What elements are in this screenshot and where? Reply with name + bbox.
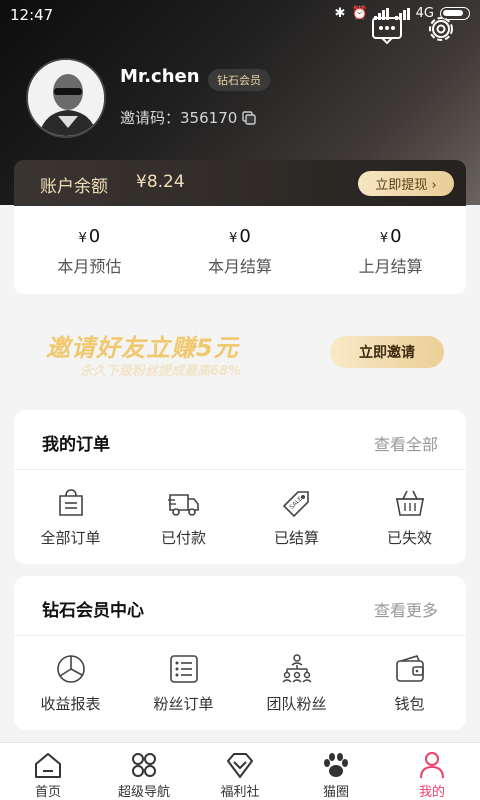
item-label: 钱包 (394, 695, 425, 713)
item-label: 已付款 (160, 529, 206, 547)
item-label: 粉丝订单 (153, 695, 214, 713)
item-label: 全部订单 (40, 529, 101, 547)
tab-label: 猫圈 (322, 785, 349, 800)
wallet-icon (395, 655, 424, 682)
bottom-tab-bar: 首页 超级导航 福利社 猫圈 我的 (0, 742, 480, 800)
member-badge: 钻石会员 (208, 69, 270, 91)
pie-chart-icon (56, 655, 85, 683)
order-paid[interactable]: 已付款 (127, 470, 240, 564)
invite-code-value: 356170 (180, 108, 238, 127)
status-bar: 12:47 ✱ ⏰ 4G (0, 0, 480, 30)
withdraw-button[interactable]: 立即提现 › (358, 171, 454, 196)
bag-icon (58, 489, 83, 516)
stat-label: 本月预估 (57, 257, 122, 276)
card-header: 我的订单 查看全部 (14, 410, 466, 470)
my-orders-card: 我的订单 查看全部 全部订单 已付款 SALE 已结算 已失效 (14, 410, 466, 564)
tab-mine[interactable]: 我的 (384, 743, 480, 800)
grid-icon (132, 753, 156, 777)
stat-value: 0 (88, 226, 101, 247)
tab-super-nav[interactable]: 超级导航 (96, 743, 192, 800)
invite-code-label: 邀请码： (120, 109, 181, 127)
user-icon (420, 752, 444, 779)
vip-wallet[interactable]: 钱包 (353, 636, 466, 730)
stat-value: 0 (390, 226, 402, 247)
vip-fan-orders[interactable]: 粉丝订单 (127, 636, 240, 730)
vip-center-card: 钻石会员中心 查看更多 收益报表 粉丝订单 团队粉丝 钱包 (14, 576, 466, 730)
home-icon (35, 753, 61, 778)
card-title: 钻石会员中心 (42, 601, 144, 621)
vip-team-fans[interactable]: 团队粉丝 (240, 636, 353, 730)
item-label: 已结算 (273, 529, 319, 547)
item-label: 已失效 (386, 529, 432, 547)
stat-currency: ¥ (78, 231, 87, 246)
banner-title: 邀请好友立赚5元 (46, 334, 239, 362)
tab-label: 超级导航 (117, 785, 170, 800)
stat-currency: ¥ (379, 231, 389, 246)
stat-settled-this-month[interactable]: ¥0 本月结算 (165, 206, 316, 294)
message-icon[interactable] (370, 12, 404, 46)
bluetooth-icon: ✱ (334, 6, 346, 21)
view-more-link[interactable]: 查看更多 (374, 597, 438, 621)
view-all-link[interactable]: 查看全部 (374, 431, 438, 455)
invite-code-row: 邀请码： 356170 (120, 107, 257, 128)
avatar[interactable] (26, 58, 106, 138)
card-title: 我的订单 (42, 435, 110, 455)
tab-label: 首页 (34, 785, 61, 800)
vip-earnings-report[interactable]: 收益报表 (14, 636, 127, 730)
item-label: 团队粉丝 (266, 695, 327, 713)
stat-settled-last-month[interactable]: ¥0 上月结算 (315, 206, 466, 294)
tag-icon: SALE (282, 491, 309, 518)
tab-label: 我的 (418, 785, 445, 800)
balance-value: ¥8.24 (136, 172, 185, 192)
account-balance-bar: 账户余额 ¥8.24 立即提现 › (14, 160, 466, 206)
earnings-stats: ¥0 本月预估 ¥0 本月结算 ¥0 上月结算 (14, 206, 466, 294)
status-time: 12:47 (10, 6, 54, 24)
alarm-icon: ⏰ (351, 6, 368, 21)
tab-cat-circle[interactable]: 猫圈 (288, 743, 384, 800)
card-header: 钻石会员中心 查看更多 (14, 576, 466, 636)
invite-now-button[interactable]: 立即邀请 (330, 336, 444, 368)
team-icon (281, 654, 312, 683)
list-icon (169, 655, 198, 683)
order-settled[interactable]: SALE 已结算 (240, 470, 353, 564)
tab-welfare[interactable]: 福利社 (192, 743, 288, 800)
basket-icon (395, 490, 424, 516)
truck-icon (167, 494, 199, 516)
balance-label: 账户余额 (40, 177, 108, 197)
banner-subtitle: 永久下级粉丝提成最高68% (80, 364, 242, 379)
stat-value: 0 (239, 226, 251, 247)
tab-home[interactable]: 首页 (0, 743, 96, 800)
item-label: 收益报表 (40, 695, 101, 713)
order-all[interactable]: 全部订单 (14, 470, 127, 564)
order-invalid[interactable]: 已失效 (353, 470, 466, 564)
settings-gear-icon[interactable] (424, 12, 458, 46)
invite-friends-banner[interactable]: 邀请好友立赚5元 永久下级粉丝提成最高68% 立即邀请 (18, 320, 462, 384)
paw-icon (324, 753, 348, 777)
stat-label: 本月结算 (208, 257, 273, 276)
diamond-icon (227, 753, 253, 778)
copy-icon[interactable] (241, 110, 257, 126)
username: Mr.chen (120, 66, 200, 87)
stat-estimate-this-month[interactable]: ¥0 本月预估 (14, 206, 165, 294)
stat-label: 上月结算 (358, 257, 423, 276)
stat-currency: ¥ (229, 231, 238, 246)
tab-label: 福利社 (220, 785, 260, 800)
